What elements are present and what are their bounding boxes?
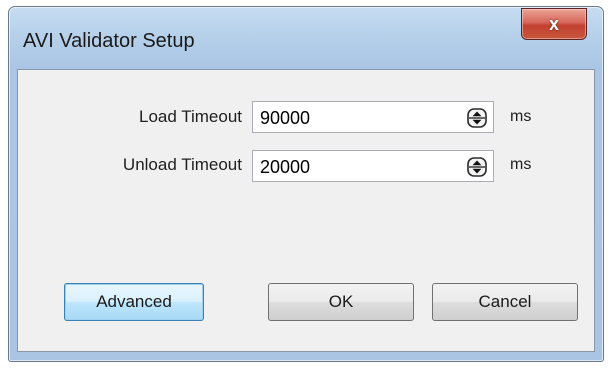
close-button[interactable]: x	[521, 8, 587, 40]
spin-updown-icon[interactable]	[467, 108, 487, 128]
close-icon: x	[548, 13, 559, 34]
ok-button[interactable]: OK	[268, 283, 414, 321]
unload-timeout-label: Unload Timeout	[122, 155, 242, 174]
unload-timeout-field[interactable]	[252, 150, 494, 182]
window-title: AVI Validator Setup	[23, 30, 195, 52]
load-timeout-unit: ms	[510, 108, 532, 125]
load-timeout-field[interactable]	[252, 101, 494, 133]
load-timeout-input[interactable]	[253, 102, 453, 132]
spin-updown-icon[interactable]	[467, 157, 487, 177]
unload-timeout-unit: ms	[510, 156, 532, 173]
advanced-button[interactable]: Advanced	[64, 283, 204, 321]
unload-timeout-input[interactable]	[253, 151, 453, 181]
dialog-window: AVI Validator Setup x Load Timeout ms Un…	[8, 6, 604, 362]
load-timeout-label: Load Timeout	[138, 107, 242, 126]
cancel-button[interactable]: Cancel	[432, 283, 578, 321]
dialog-client-area: Load Timeout ms Unload Timeout ms Adva	[17, 69, 595, 352]
